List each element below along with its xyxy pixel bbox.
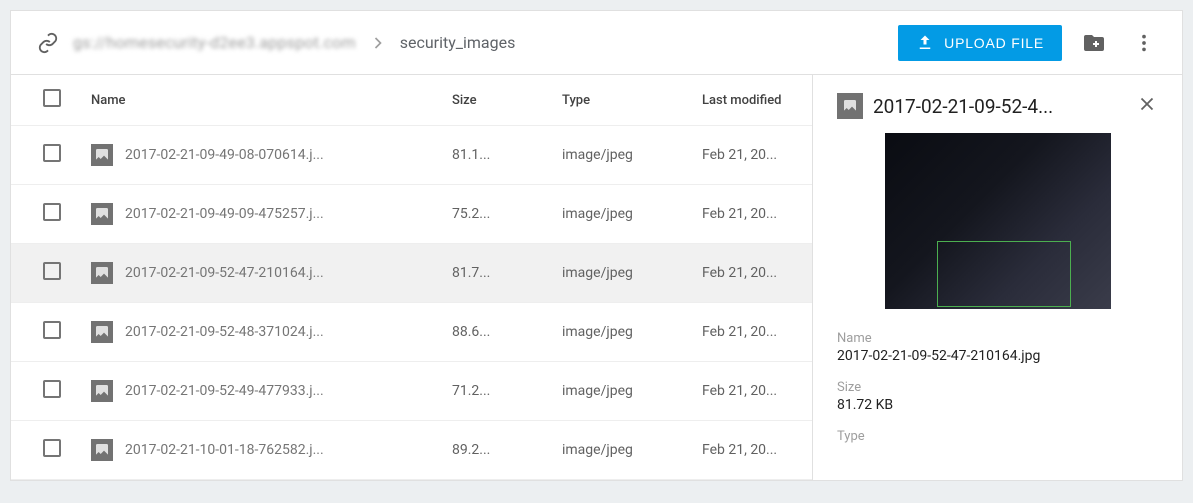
detail-type-label: Type: [837, 429, 1158, 444]
table-row[interactable]: 2017-02-21-09-52-47-210164.j... 81.7...im…: [11, 244, 812, 303]
file-size: 89.2...: [442, 421, 552, 480]
file-modified: Feb 21, 20...: [692, 244, 812, 303]
more-menu-button[interactable]: [1126, 25, 1162, 61]
file-modified: Feb 21, 20...: [692, 185, 812, 244]
file-detail-pane: 2017-02-21-09-52-4... Name 2017-02-21-09…: [812, 75, 1182, 480]
detail-name-value: 2017-02-21-09-52-47-210164.jpg: [837, 348, 1158, 364]
file-type: image/jpeg: [552, 244, 692, 303]
link-icon[interactable]: [37, 32, 59, 54]
image-icon: [837, 93, 863, 119]
file-size: 81.7...: [442, 244, 552, 303]
table-row[interactable]: 2017-02-21-09-49-08-070614.j... 81.1...im…: [11, 126, 812, 185]
row-checkbox[interactable]: [43, 439, 61, 457]
file-size: 88.6...: [442, 303, 552, 362]
toolbar: gs://homesecurity-d2ee3.appspot.com secu…: [11, 11, 1182, 75]
chevron-right-icon: [368, 33, 388, 53]
detail-title: 2017-02-21-09-52-4...: [873, 95, 1126, 118]
file-type: image/jpeg: [552, 126, 692, 185]
file-modified: Feb 21, 20...: [692, 303, 812, 362]
close-detail-button[interactable]: [1136, 93, 1158, 119]
column-header-size[interactable]: Size: [442, 75, 552, 126]
table-row[interactable]: 2017-02-21-09-49-09-475257.j... 75.2...im…: [11, 185, 812, 244]
file-name: 2017-02-21-09-52-47-210164.j...: [125, 265, 324, 281]
row-checkbox[interactable]: [43, 262, 61, 280]
image-icon: [91, 144, 113, 166]
file-name: 2017-02-21-09-49-08-070614.j...: [125, 147, 324, 163]
file-modified: Feb 21, 20...: [692, 126, 812, 185]
file-size: 71.2...: [442, 362, 552, 421]
new-folder-button[interactable]: [1076, 25, 1112, 61]
select-all-checkbox[interactable]: [43, 89, 61, 107]
breadcrumb: gs://homesecurity-d2ee3.appspot.com secu…: [73, 33, 515, 53]
file-type: image/jpeg: [552, 185, 692, 244]
file-name: 2017-02-21-09-49-09-475257.j...: [125, 206, 324, 222]
row-checkbox[interactable]: [43, 380, 61, 398]
image-icon: [91, 321, 113, 343]
row-checkbox[interactable]: [43, 203, 61, 221]
file-list-pane: Name Size Type Last modified 2017-02-21-…: [11, 75, 812, 480]
image-icon: [91, 203, 113, 225]
detail-size-value: 81.72 KB: [837, 397, 1158, 413]
table-row[interactable]: 2017-02-21-09-52-48-371024.j... 88.6...im…: [11, 303, 812, 362]
file-modified: Feb 21, 20...: [692, 421, 812, 480]
file-size: 75.2...: [442, 185, 552, 244]
file-name: 2017-02-21-10-01-18-762582.j...: [125, 442, 324, 458]
image-preview[interactable]: [885, 133, 1111, 309]
upload-file-label: UPLOAD FILE: [944, 35, 1044, 51]
file-table: Name Size Type Last modified 2017-02-21-…: [11, 75, 812, 480]
file-name: 2017-02-21-09-52-49-477933.j...: [125, 383, 324, 399]
detection-box: [937, 241, 1071, 307]
image-icon: [91, 380, 113, 402]
breadcrumb-bucket[interactable]: gs://homesecurity-d2ee3.appspot.com: [73, 33, 356, 52]
image-icon: [91, 439, 113, 461]
row-checkbox[interactable]: [43, 144, 61, 162]
file-type: image/jpeg: [552, 362, 692, 421]
image-icon: [91, 262, 113, 284]
table-row[interactable]: 2017-02-21-09-52-49-477933.j... 71.2...im…: [11, 362, 812, 421]
upload-file-button[interactable]: UPLOAD FILE: [898, 25, 1062, 61]
column-header-type[interactable]: Type: [552, 75, 692, 126]
file-size: 81.1...: [442, 126, 552, 185]
breadcrumb-folder[interactable]: security_images: [400, 33, 516, 52]
file-name: 2017-02-21-09-52-48-371024.j...: [125, 324, 324, 340]
file-type: image/jpeg: [552, 303, 692, 362]
column-header-name[interactable]: Name: [81, 75, 442, 126]
row-checkbox[interactable]: [43, 321, 61, 339]
table-row[interactable]: 2017-02-21-10-01-18-762582.j... 89.2...im…: [11, 421, 812, 480]
upload-icon: [916, 34, 934, 52]
detail-size-label: Size: [837, 380, 1158, 395]
detail-name-label: Name: [837, 331, 1158, 346]
column-header-modified[interactable]: Last modified: [692, 75, 812, 126]
file-type: image/jpeg: [552, 421, 692, 480]
file-modified: Feb 21, 20...: [692, 362, 812, 421]
